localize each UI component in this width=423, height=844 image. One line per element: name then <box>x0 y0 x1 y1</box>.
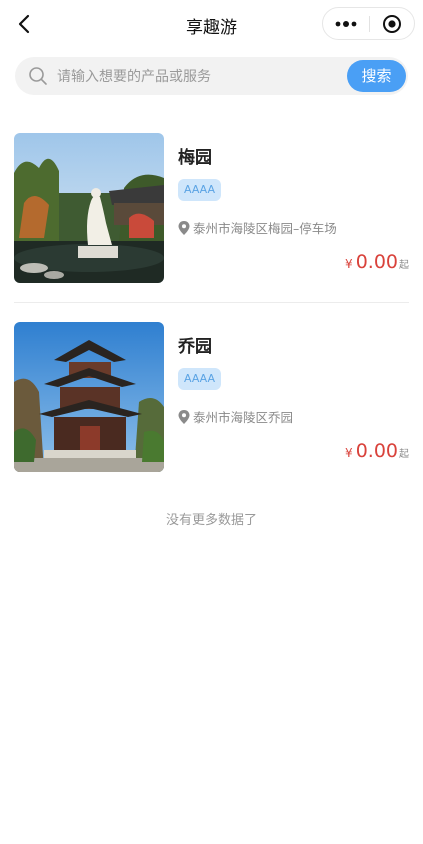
more-button[interactable] <box>323 8 369 39</box>
item-price: ¥ 0.00 起 <box>345 440 409 462</box>
rating-badge: AAAA <box>178 368 222 390</box>
list-divider <box>14 302 409 303</box>
attraction-image <box>14 133 164 283</box>
location-pin-icon <box>178 220 190 235</box>
price-currency: ¥ <box>345 257 353 271</box>
price-suffix: 起 <box>399 449 409 460</box>
price-value: 0.00 <box>355 440 398 462</box>
target-circle-icon <box>383 14 401 33</box>
list-item[interactable]: 乔园 AAAA 泰州市海陵区乔园 ¥ 0.00 起 <box>14 322 409 472</box>
list-end-text: 没有更多数据了 <box>165 513 257 528</box>
search-icon <box>29 67 47 85</box>
page: 享趣游 搜索 <box>0 0 423 844</box>
item-location: 泰州市海陵区梅园–停车场 <box>178 218 337 237</box>
mini-program-capsule <box>322 7 415 40</box>
item-price: ¥ 0.00 起 <box>345 251 409 273</box>
location-text: 泰州市海陵区乔园 <box>193 410 294 425</box>
rating-badge: AAAA <box>178 179 222 201</box>
list-item[interactable]: 梅园 AAAA 泰州市海陵区梅园–停车场 ¥ 0.00 起 <box>14 133 409 283</box>
navigation-bar: 享趣游 <box>0 0 423 48</box>
attraction-image <box>14 322 164 472</box>
close-mini-program-button[interactable] <box>370 8 414 39</box>
search-button[interactable]: 搜索 <box>347 60 406 92</box>
search-input[interactable] <box>55 57 349 97</box>
price-value: 0.00 <box>355 251 398 273</box>
price-currency: ¥ <box>345 446 353 460</box>
item-location: 泰州市海陵区乔园 <box>178 407 293 426</box>
location-text: 泰州市海陵区梅园–停车场 <box>193 221 337 236</box>
item-title: 乔园 <box>178 337 212 357</box>
item-title: 梅园 <box>178 148 212 168</box>
more-dots-icon <box>335 20 357 27</box>
price-suffix: 起 <box>399 260 409 271</box>
location-pin-icon <box>178 409 190 424</box>
